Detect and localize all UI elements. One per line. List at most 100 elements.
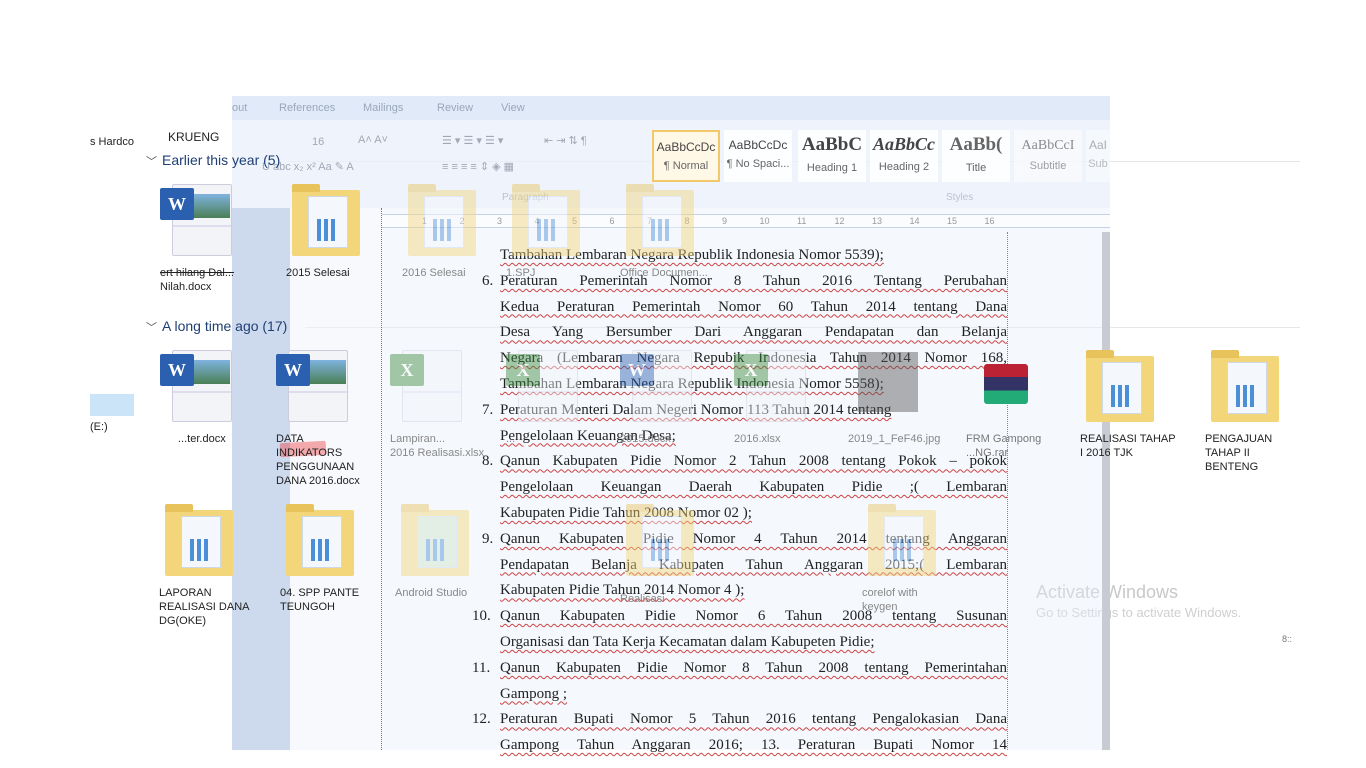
view-toggle[interactable]: 8:: <box>1282 634 1292 644</box>
folder-name: 2015 Selesai <box>286 267 350 279</box>
file-item-word[interactable]: W ert hilang Dal... Nilah.docx <box>160 180 260 294</box>
file-name: ert hilang Dal... <box>160 267 234 279</box>
tab-view[interactable]: View <box>501 102 525 114</box>
folder-item[interactable]: Office Documen... <box>620 180 720 280</box>
folder-icon <box>1080 346 1156 424</box>
folder-icon <box>862 500 938 578</box>
folder-item[interactable]: 1.SPJ <box>506 180 606 280</box>
folder-name: Realisasi <box>620 593 665 605</box>
bullets-icon[interactable]: ☰ ▾ ☰ ▾ ☰ ▾ <box>442 134 503 147</box>
file-item-word[interactable]: W ...ter.docx <box>160 346 260 446</box>
folder-item[interactable]: corelof with keygen <box>862 500 962 614</box>
ruler-mark: 9 <box>722 216 728 226</box>
file-item-rar[interactable]: FRM Gampong ...NG.rar <box>966 346 1066 460</box>
folder-item[interactable]: Realisasi <box>620 500 720 606</box>
file-name: FRM Gampong <box>966 433 1042 445</box>
file-name: 2016 Realisasi.xlsx <box>390 447 485 459</box>
winrar-archive-icon <box>966 346 1042 424</box>
grow-font-icon[interactable]: A˄ A˅ <box>358 134 388 146</box>
ruler-mark: 10 <box>759 216 770 226</box>
file-name: 2016.xlsx <box>734 433 781 445</box>
group-long-time-ago[interactable]: ﹀ A long time ago (17) <box>146 318 287 335</box>
folder-icon <box>620 500 696 578</box>
style-subtitle[interactable]: AaBbCcI Subtitle <box>1014 130 1082 182</box>
file-item-image[interactable]: 2019_1_FeF46.jpg <box>848 346 948 446</box>
file-item-word[interactable]: W 2015.docx <box>620 346 720 446</box>
folder-header: KRUENG <box>168 130 220 144</box>
chevron-down-icon: ﹀ <box>146 156 157 168</box>
font-size-select[interactable]: 16 <box>312 136 324 148</box>
folder-item[interactable]: 04. SPP PANTE TEUNGOH <box>280 500 380 614</box>
chevron-down-icon: ﹀ <box>146 322 157 334</box>
ruler-mark: 14 <box>909 216 920 226</box>
folder-item[interactable]: 2016 Selesai <box>402 180 502 280</box>
nav-drive-e[interactable]: (E:) <box>90 421 108 433</box>
folder-name: Office Documen... <box>620 267 708 279</box>
group-label: A long time ago (17) <box>162 318 288 334</box>
tab-references[interactable]: References <box>279 102 335 114</box>
folder-name: 04. SPP PANTE TEUNGOH <box>280 587 360 613</box>
folder-item[interactable]: Android Studio <box>395 500 495 600</box>
file-item-excel[interactable]: X 2016.xlsx <box>734 346 834 446</box>
vertical-scrollbar[interactable] <box>1102 232 1110 750</box>
file-item-word[interactable]: W DATA INDIKATORS PENGGUNAAN DANA 2016.d… <box>276 346 376 488</box>
android-studio-folder-icon <box>395 500 471 578</box>
style-no-spacing[interactable]: AaBbCcDc ¶ No Spaci... <box>724 130 792 182</box>
file-item-excel[interactable]: X ... <box>506 346 606 446</box>
ruler-mark: 15 <box>947 216 958 226</box>
word-document-icon: W <box>276 346 352 424</box>
tab-layout[interactable]: out <box>232 102 247 114</box>
group-earlier-this-year[interactable]: ﹀ Earlier this year (5) <box>146 152 280 169</box>
align-icons[interactable]: ≡ ≡ ≡ ≡ ⇕ ◈ ▦ <box>442 160 514 173</box>
folder-item[interactable]: PENGAJUAN TAHAP II BENTENG <box>1205 346 1305 474</box>
nav-selected-highlight <box>90 394 134 416</box>
image-file-icon <box>848 346 924 424</box>
folder-icon <box>402 180 478 258</box>
excel-document-icon: X <box>734 346 810 424</box>
file-name: ... <box>506 433 516 445</box>
excel-document-icon: X <box>390 346 466 424</box>
word-document-icon: W <box>160 346 236 424</box>
divider <box>305 327 1300 328</box>
indent-icon[interactable]: ⇤ ⇥ ⇅ ¶ <box>544 134 587 147</box>
tab-review[interactable]: Review <box>437 102 473 114</box>
file-name: ...NG.rar <box>966 447 1009 459</box>
folder-name: corelof with keygen <box>862 587 918 613</box>
style-heading-1[interactable]: AaBbC Heading 1 <box>798 130 866 182</box>
watermark-subtitle: Go to Settings to activate Windows. <box>1036 605 1242 620</box>
ruler-mark: 13 <box>872 216 883 226</box>
ruler-mark: 11 <box>797 216 807 226</box>
folder-icon <box>506 180 582 258</box>
folder-item[interactable]: REALISASI TAHAP I 2016 TJK <box>1080 346 1180 460</box>
folder-name: LAPORAN REALISASI DANA DG(OKE) <box>159 587 249 627</box>
file-item-excel[interactable]: X Lampiran... 2016 Realisasi.xlsx <box>390 346 490 460</box>
file-name: ...ter.docx <box>178 433 226 445</box>
style-normal[interactable]: AaBbCcDc ¶ Normal <box>652 130 720 182</box>
excel-document-icon: X <box>506 346 582 424</box>
folder-name: REALISASI TAHAP I 2016 TJK <box>1080 433 1176 459</box>
nav-drive-hardcopy[interactable]: s Hardco <box>90 136 134 148</box>
style-title[interactable]: AaBb(Title <box>942 130 1010 182</box>
folder-name: Android Studio <box>395 587 468 599</box>
style-heading-2[interactable]: AaBbCc Heading 2 <box>870 130 938 182</box>
folder-icon <box>620 180 696 258</box>
folder-item[interactable]: LAPORAN REALISASI DANA DG(OKE) <box>159 500 259 628</box>
ruler-mark: 12 <box>834 216 845 226</box>
folder-icon <box>286 180 362 258</box>
tab-mailings[interactable]: Mailings <box>363 102 403 114</box>
activate-windows-watermark: Activate Windows Go to Settings to activ… <box>1036 582 1241 620</box>
word-document-icon: W <box>620 346 696 424</box>
group-label: Earlier this year (5) <box>162 152 281 168</box>
folder-name: 2016 Selesai <box>402 267 466 279</box>
style-subtle[interactable]: AaI Sub <box>1086 130 1110 182</box>
folder-item[interactable]: 2015 Selesai <box>286 180 386 280</box>
word-document-icon: W <box>160 180 236 258</box>
folder-name: 1.SPJ <box>506 267 536 279</box>
file-explorer-window: s Hardco (E:) KRUENG ﹀ Earlier this year … <box>0 0 1366 768</box>
file-name: DATA INDIKATORS PENGGUNAAN DANA 2016.doc… <box>276 433 360 487</box>
folder-name: PENGAJUAN TAHAP II BENTENG <box>1205 433 1273 473</box>
file-name: Nilah.docx <box>160 281 212 293</box>
ruler-mark: 16 <box>984 216 995 226</box>
ruler-mark: 6 <box>609 216 615 226</box>
folder-icon <box>159 500 235 578</box>
